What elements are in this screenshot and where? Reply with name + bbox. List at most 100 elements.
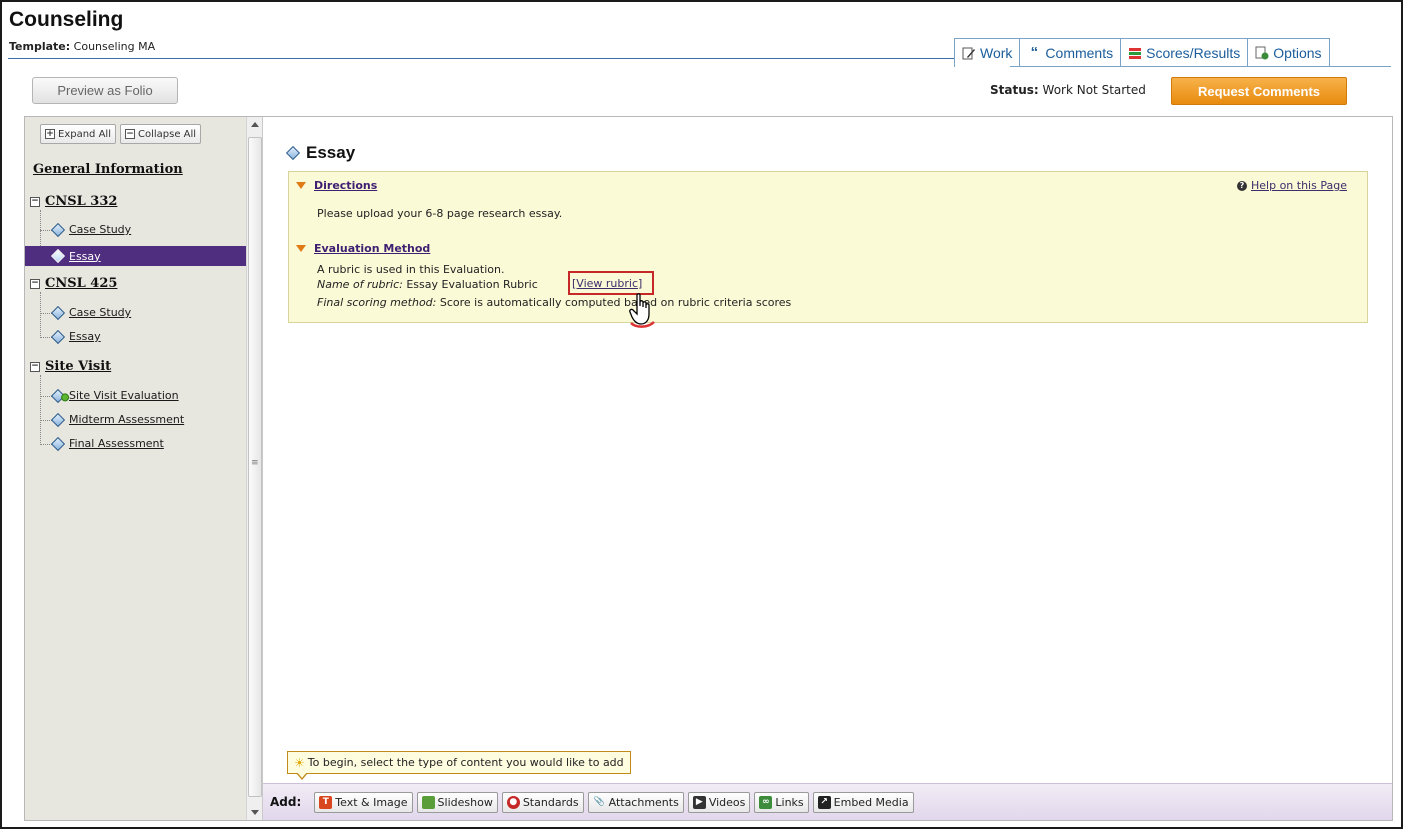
nav-item-label: Case Study — [69, 223, 132, 236]
nav-group-cnsl-425[interactable]: − CNSL 425 — [30, 276, 117, 291]
nav-group-label[interactable]: CNSL 332 — [45, 194, 117, 209]
hint-tooltip: ☀ To begin, select the type of content y… — [287, 751, 631, 774]
scoring-method-line: Final scoring method: Score is automatic… — [317, 296, 791, 309]
triangle-down-icon — [296, 182, 306, 189]
help-icon: ? — [1237, 180, 1247, 191]
nav-item-label: Case Study — [69, 306, 132, 319]
standards-icon: ● — [506, 795, 520, 809]
nav-group-cnsl-332[interactable]: − CNSL 332 — [30, 194, 117, 209]
collapse-all-button[interactable]: − Collapse All — [119, 124, 202, 144]
status-label: Status: — [990, 83, 1039, 97]
tooltip-pointer-fill — [297, 772, 307, 778]
template-label: Template: — [9, 40, 71, 53]
add-btn-label: Standards — [522, 795, 579, 809]
diamond-icon — [50, 436, 66, 451]
nav-item-midterm-assessment[interactable]: Midterm Assessment — [50, 412, 184, 427]
header-rule — [8, 58, 962, 59]
add-label: Add: — [270, 795, 302, 809]
help-on-page-link[interactable]: ? Help on this Page — [1237, 179, 1347, 192]
template-value: Counseling MA — [73, 40, 156, 53]
sidebar-scrollbar[interactable]: ≡ — [246, 117, 263, 820]
nav-item-label: Essay — [69, 330, 101, 343]
nav-group-label[interactable]: CNSL 425 — [45, 276, 117, 291]
preview-as-folio-button[interactable]: Preview as Folio — [32, 77, 178, 104]
diamond-icon — [50, 248, 66, 264]
add-attachments-button[interactable]: 📎 Attachments — [587, 791, 684, 813]
collapse-all-label: Collapse All — [137, 128, 197, 140]
grip-icon: ≡ — [251, 458, 259, 468]
nav-item-label: Site Visit Evaluation — [69, 389, 179, 402]
tab-scores[interactable]: Scores/Results — [1121, 38, 1249, 67]
scoring-label: Final scoring method: — [317, 296, 437, 309]
nav-item-essay-active[interactable]: Essay — [25, 246, 246, 266]
collapse-icon[interactable]: − — [30, 196, 40, 207]
hand-cursor-icon — [628, 292, 658, 328]
diamond-icon — [50, 329, 66, 344]
quote-icon: “ — [1030, 44, 1039, 61]
template-info: Template: Counseling MA — [9, 40, 155, 53]
tab-options[interactable]: Options — [1248, 38, 1330, 67]
directions-label: Directions — [314, 179, 378, 192]
content-title-text: Essay — [306, 143, 356, 162]
add-btn-label: Text & Image — [335, 795, 408, 809]
add-standards-button[interactable]: ● Standards — [501, 791, 584, 813]
content-title: Essay — [285, 143, 356, 163]
evaluation-label: Evaluation Method — [314, 242, 431, 255]
expand-collapse-group: + Expand All − Collapse All — [40, 124, 202, 144]
add-embed-media-button[interactable]: ↗ Embed Media — [812, 791, 914, 813]
evaluation-method-toggle[interactable]: Evaluation Method — [296, 242, 430, 255]
slideshow-icon — [421, 795, 435, 809]
add-btn-label: Attachments — [608, 795, 679, 809]
directions-toggle[interactable]: Directions — [296, 179, 377, 192]
request-comments-button[interactable]: Request Comments — [1171, 77, 1347, 105]
diamond-icon — [285, 145, 301, 161]
nav-item-final-assessment[interactable]: Final Assessment — [50, 436, 164, 451]
nav-item-essay[interactable]: Essay — [50, 329, 101, 344]
rubric-name-label: Name of rubric: — [317, 278, 403, 291]
plus-icon: + — [45, 128, 55, 139]
tree-connector — [40, 375, 41, 445]
tree-connector — [40, 292, 41, 338]
eval-line-1: A rubric is used in this Evaluation. — [317, 263, 505, 276]
nav-item-case-study[interactable]: Case Study — [50, 305, 132, 320]
nav-group-site-visit[interactable]: − Site Visit — [30, 359, 111, 374]
add-text-image-button[interactable]: T Text & Image — [314, 791, 413, 813]
nav-item-label: Final Assessment — [69, 437, 164, 450]
tab-work[interactable]: Work — [954, 38, 1021, 67]
video-camera-icon: ▶ — [692, 795, 706, 809]
paperclip-icon: 📎 — [593, 796, 605, 807]
options-icon — [1255, 46, 1269, 60]
diamond-alert-icon — [50, 388, 71, 403]
scroll-down-icon[interactable] — [251, 810, 259, 815]
add-btn-label: Embed Media — [833, 795, 909, 809]
tab-comments-label: Comments — [1045, 44, 1114, 61]
nav-item-label: Essay — [69, 249, 101, 263]
nav-item-case-study[interactable]: Case Study — [50, 222, 132, 237]
add-slideshow-button[interactable]: Slideshow — [416, 791, 498, 813]
add-btn-label: Slideshow — [437, 795, 493, 809]
scores-icon — [1128, 46, 1142, 60]
help-label: Help on this Page — [1251, 179, 1347, 192]
add-links-button[interactable]: ∞ Links — [754, 791, 809, 813]
status-value: Work Not Started — [1042, 83, 1146, 97]
minus-icon: − — [124, 128, 135, 139]
add-btn-label: Links — [775, 795, 804, 809]
tab-comments[interactable]: “ Comments — [1020, 38, 1122, 67]
expand-all-button[interactable]: + Expand All — [40, 124, 116, 144]
collapse-icon[interactable]: − — [30, 278, 40, 289]
add-videos-button[interactable]: ▶ Videos — [687, 791, 751, 813]
nav-group-label[interactable]: Site Visit — [45, 359, 111, 374]
tab-scores-label: Scores/Results — [1146, 44, 1241, 61]
status-text: Status: Work Not Started — [990, 83, 1146, 97]
add-content-bar: Add: T Text & Image Slideshow ● Standard… — [263, 783, 1392, 820]
page-title: Counseling — [9, 8, 124, 31]
diamond-icon — [50, 222, 66, 237]
nav-general-information[interactable]: General Information — [33, 162, 183, 177]
nav-item-site-visit-evaluation[interactable]: Site Visit Evaluation — [50, 388, 179, 403]
scroll-up-icon[interactable] — [251, 122, 259, 127]
tooltip-text: To begin, select the type of content you… — [307, 756, 624, 769]
rubric-name-line: Name of rubric: Essay Evaluation Rubric — [317, 278, 538, 291]
expand-all-label: Expand All — [58, 128, 111, 140]
rubric-name-value: Essay Evaluation Rubric — [406, 278, 538, 291]
collapse-icon[interactable]: − — [30, 361, 40, 372]
